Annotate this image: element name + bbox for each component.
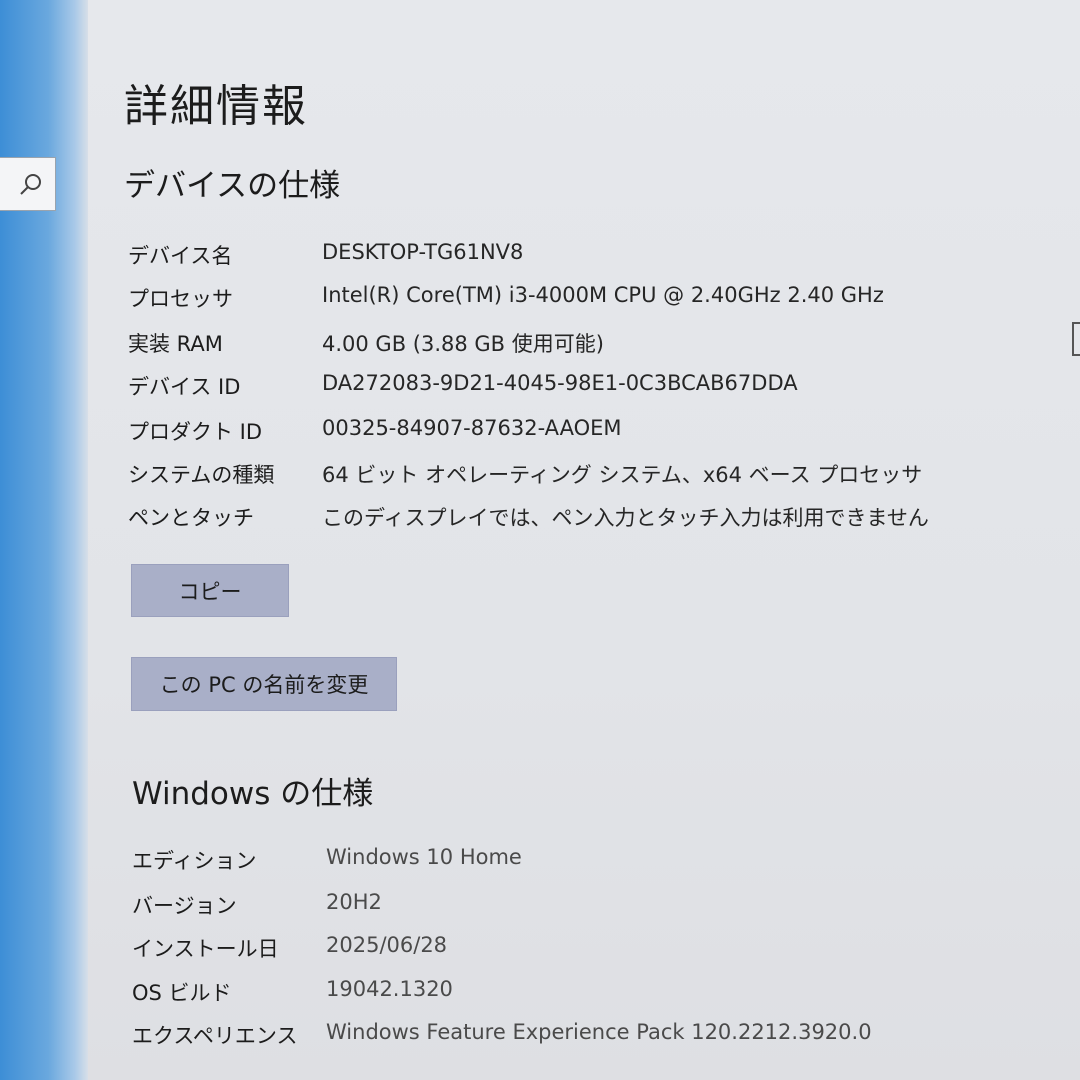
search-button[interactable] — [0, 157, 56, 211]
spec-value[interactable]: 00325-84907-87632-AAOEM — [322, 416, 622, 440]
spec-label: プロダクト ID — [128, 420, 263, 444]
spec-value[interactable]: 4.00 GB (3.88 GB 使用可能) — [322, 328, 604, 358]
spec-value[interactable]: 19042.1320 — [326, 977, 453, 1001]
spec-value[interactable]: DESKTOP-TG61NV8 — [322, 240, 523, 264]
spec-label: インストール日 — [132, 937, 279, 961]
spec-value[interactable]: 2025/06/28 — [326, 933, 447, 957]
page-title: 詳細情報 — [124, 81, 308, 132]
search-icon — [20, 174, 41, 195]
windows-specs-heading: Windows の仕様 — [132, 776, 374, 812]
spec-label: プロセッサ — [128, 287, 233, 311]
device-specs-heading: デバイスの仕様 — [124, 168, 341, 204]
spec-label: システムの種類 — [128, 463, 275, 487]
spec-label: エクスペリエンス — [132, 1024, 298, 1048]
spec-value[interactable]: Intel(R) Core(TM) i3-4000M CPU @ 2.40GHz… — [322, 283, 884, 307]
spec-value[interactable]: 20H2 — [326, 890, 382, 914]
spec-label: OS ビルド — [132, 981, 232, 1005]
spec-label: エディション — [132, 849, 257, 873]
spec-label: デバイス ID — [128, 375, 241, 399]
rename-pc-button[interactable]: この PC の名前を変更 — [131, 657, 397, 711]
spec-value[interactable]: このディスプレイでは、ペン入力とタッチ入力は利用できません — [322, 502, 929, 532]
spec-value[interactable]: DA272083-9D21-4045-98E1-0C3BCAB67DDA — [322, 371, 798, 395]
spec-label: デバイス名 — [128, 244, 233, 268]
spec-label: バージョン — [132, 894, 237, 918]
copy-button[interactable]: コピー — [131, 564, 289, 617]
spec-value[interactable]: Windows Feature Experience Pack 120.2212… — [326, 1020, 872, 1044]
spec-value[interactable]: Windows 10 Home — [326, 845, 522, 869]
spec-value[interactable]: 64 ビット オペレーティング システム、x64 ベース プロセッサ — [322, 459, 922, 489]
spec-label: 実装 RAM — [128, 332, 223, 356]
spec-label: ペンとタッチ — [128, 506, 254, 530]
scroll-edge-indicator — [1072, 322, 1080, 356]
settings-window: 詳細情報 デバイスの仕様 デバイス名 DESKTOP-TG61NV8 プロセッサ… — [0, 0, 1080, 1080]
